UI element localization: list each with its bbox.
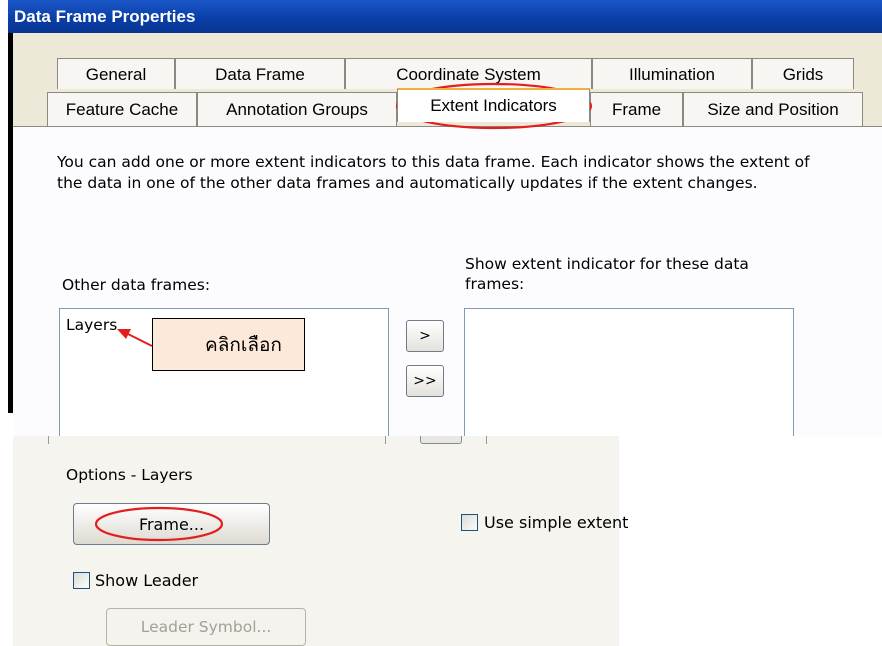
use-simple-extent-label: Use simple extent [484,513,629,532]
show-extent-list[interactable] [464,308,794,438]
list-item[interactable]: Layers [66,316,117,334]
window-title: Data Frame Properties [8,0,882,33]
leader-symbol-button[interactable]: Leader Symbol... [106,608,306,646]
frame-button[interactable]: Frame... [73,503,270,545]
tab-size-and-position[interactable]: Size and Position [683,92,863,126]
use-simple-extent-checkbox[interactable] [461,514,478,531]
tab-feature-cache[interactable]: Feature Cache [47,92,197,126]
other-frames-label: Other data frames: [62,276,211,294]
description-text: You can add one or more extent indicator… [57,153,810,192]
cutoff-edge [48,436,49,444]
add-all-button[interactable]: >> [406,365,444,397]
show-extent-label: Show extent indicator for these data fra… [465,255,749,293]
tab-frame[interactable]: Frame [590,92,683,126]
tab-coordinate-system[interactable]: Coordinate System [345,58,592,89]
cutoff-button [420,436,462,444]
tab-extent-indicators[interactable]: Extent Indicators [397,88,590,122]
add-button[interactable]: > [406,320,444,352]
show-leader-checkbox[interactable] [73,572,90,589]
options-group-label: Options - Layers [66,466,193,484]
show-leader-label: Show Leader [95,571,199,590]
tab-annotation-groups[interactable]: Annotation Groups [197,92,397,126]
tab-general[interactable]: General [57,58,175,89]
cutoff-edge [385,436,386,444]
tab-data-frame[interactable]: Data Frame [175,58,345,89]
tab-illumination[interactable]: Illumination [592,58,752,89]
cutoff-edge [486,436,487,444]
tab-grids[interactable]: Grids [752,58,854,89]
callout-annotation: คลิกเลือก [152,318,305,371]
